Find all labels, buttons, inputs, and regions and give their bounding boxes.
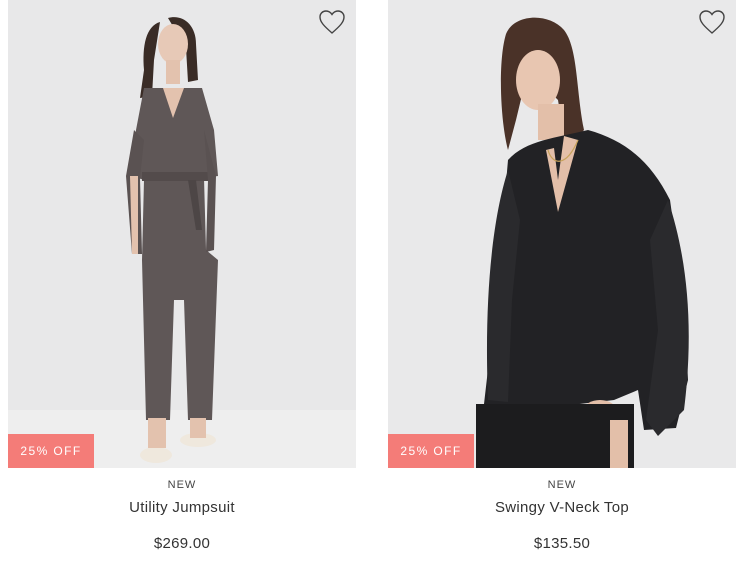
product-card[interactable]: 25% OFF NEW Utility Jumpsuit $269.00 xyxy=(8,0,356,554)
new-tag: NEW xyxy=(167,479,197,491)
product-price: $269.00 xyxy=(153,535,211,552)
heart-outline-icon[interactable] xyxy=(698,9,726,35)
product-price: $135.50 xyxy=(533,535,591,552)
model-photo-jumpsuit xyxy=(8,0,356,468)
product-name-link[interactable]: Utility Jumpsuit xyxy=(8,498,356,518)
heart-outline-icon[interactable] xyxy=(318,9,346,35)
discount-badge: 25% OFF xyxy=(388,434,474,468)
product-card[interactable]: 25% OFF NEW Swingy V-Neck Top $135.50 xyxy=(388,0,736,554)
new-tag: NEW xyxy=(547,479,577,491)
product-image[interactable]: 25% OFF xyxy=(388,0,736,468)
product-name-link[interactable]: Swingy V-Neck Top xyxy=(388,498,736,518)
product-info: NEW Swingy V-Neck Top $135.50 xyxy=(388,478,736,554)
product-image[interactable]: 25% OFF xyxy=(8,0,356,468)
discount-badge: 25% OFF xyxy=(8,434,94,468)
model-photo-vneck-top xyxy=(388,0,736,468)
product-info: NEW Utility Jumpsuit $269.00 xyxy=(8,478,356,554)
